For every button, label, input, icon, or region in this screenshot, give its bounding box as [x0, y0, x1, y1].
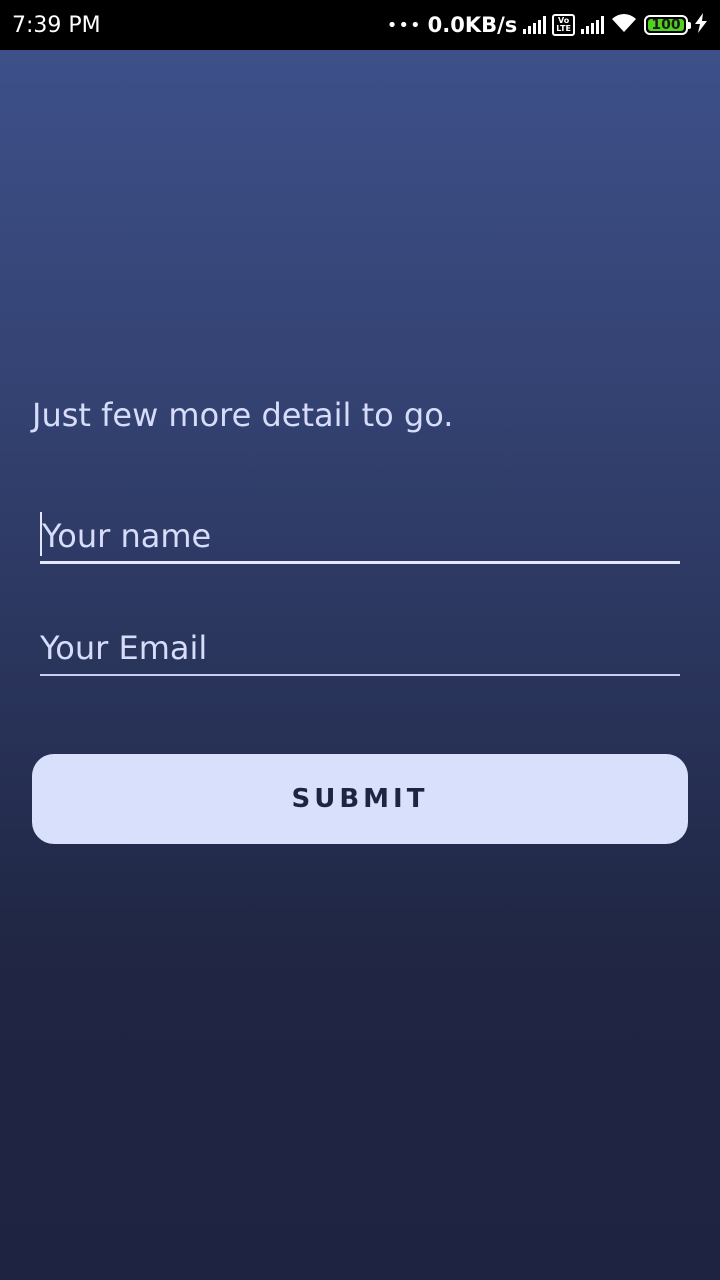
- notification-dots: •••: [386, 14, 422, 36]
- battery-icon: 100: [644, 15, 691, 35]
- volte-icon: Vo LTE: [552, 14, 575, 36]
- battery-level: 100: [651, 17, 681, 33]
- name-input-underline: [40, 561, 680, 564]
- text-cursor: [40, 512, 42, 556]
- email-input-underline: [40, 674, 680, 676]
- name-field-container: [40, 504, 680, 564]
- status-icons: ••• 0.0KB/s Vo LTE 100: [387, 12, 708, 38]
- network-speed: 0.0KB/s: [427, 13, 518, 37]
- submit-button[interactable]: SUBMIT: [32, 754, 688, 844]
- page-heading: Just few more detail to go.: [32, 396, 454, 434]
- wifi-icon: [610, 12, 638, 38]
- status-time: 7:39 PM: [12, 12, 101, 38]
- signal-icon: [581, 16, 604, 34]
- email-field-container: [40, 616, 680, 676]
- name-input[interactable]: [40, 504, 680, 564]
- email-input[interactable]: [40, 616, 680, 676]
- signup-screen: Just few more detail to go. SUBMIT: [0, 50, 720, 1280]
- signal-icon: [523, 16, 547, 34]
- status-bar: 7:39 PM ••• 0.0KB/s Vo LTE 100: [0, 0, 720, 50]
- charging-icon: [694, 13, 708, 37]
